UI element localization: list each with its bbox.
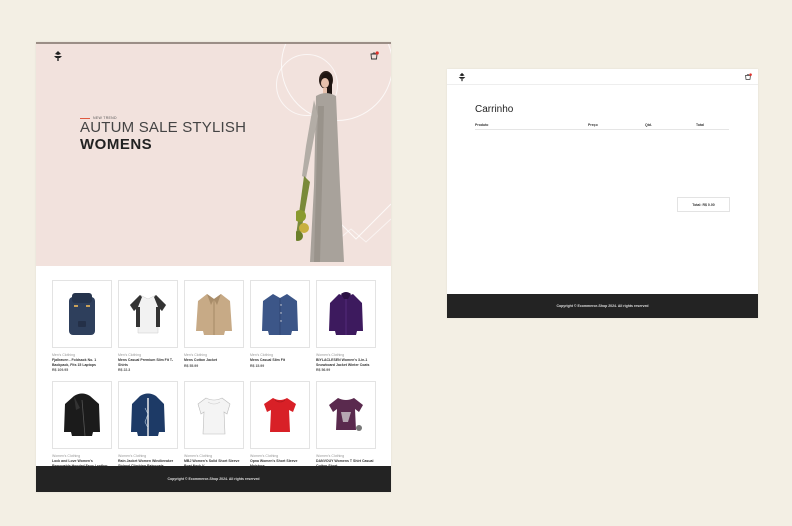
hero-banner: NEW TREND AUTUM SALE STYLISH WOMENS xyxy=(36,44,391,266)
product-category: Women's Clothing xyxy=(250,454,279,458)
product-category: Women's Clothing xyxy=(118,454,147,458)
product-category: Men's Clothing xyxy=(52,353,76,357)
cart-total: Total: R$ 0.00 xyxy=(692,202,715,207)
cart-header xyxy=(447,69,758,85)
product-card[interactable]: Women's Clothing BIYLACLESEN Women's 3-i… xyxy=(316,280,376,372)
blouse-icon xyxy=(197,397,231,435)
product-image[interactable] xyxy=(52,280,112,348)
shop-logo-icon[interactable] xyxy=(52,50,64,62)
column-header-qty: Qtd. xyxy=(645,123,652,127)
column-header-total: Total xyxy=(696,123,705,127)
product-grid: Men's Clothing Fjallraven - Foldsack No.… xyxy=(36,266,391,478)
cart-title: Carrinho xyxy=(475,104,514,115)
backpack-icon xyxy=(69,293,95,335)
cart-icon[interactable] xyxy=(744,73,752,81)
tshirt-icon xyxy=(129,294,167,334)
raincoat-icon xyxy=(131,393,165,436)
product-image[interactable] xyxy=(316,280,376,348)
product-category: Men's Clothing xyxy=(184,353,208,357)
shop-footer: Copyright © Ecommerce-Shop 2024. All rig… xyxy=(36,466,391,492)
footer-copyright: Copyright © Ecommerce-Shop 2024. All rig… xyxy=(167,477,260,481)
product-image[interactable] xyxy=(184,381,244,449)
cart-footer: Copyright © Ecommerce-Shop 2024. All rig… xyxy=(447,294,758,318)
product-image[interactable] xyxy=(250,280,310,348)
product-card[interactable]: Women's Clothing Opna Women's Short Slee… xyxy=(250,381,310,473)
product-image[interactable] xyxy=(184,280,244,348)
product-image[interactable] xyxy=(250,381,310,449)
product-image[interactable] xyxy=(118,381,178,449)
product-price: R$ 109.95 xyxy=(52,368,69,372)
product-card[interactable]: Women's Clothing Lock and Love Women's R… xyxy=(52,381,112,478)
shirt-icon xyxy=(262,294,298,335)
product-category: Women's Clothing xyxy=(316,353,345,357)
product-card[interactable]: Women's Clothing Rain Jacket Women Windb… xyxy=(118,381,178,473)
product-price: R$ 56.99 xyxy=(316,368,331,372)
product-card[interactable]: Men's Clothing Fjallraven - Foldsack No.… xyxy=(52,280,112,372)
product-category: Women's Clothing xyxy=(184,454,213,458)
column-header-product: Produto xyxy=(475,123,489,127)
product-category: Men's Clothing xyxy=(250,353,274,357)
hero-subtitle: WOMENS xyxy=(80,136,153,153)
leather-jacket-icon xyxy=(64,393,100,437)
product-price: R$ 55.99 xyxy=(184,363,199,368)
product-card[interactable]: Women's Clothing DANVOUY Womens T Shirt … xyxy=(316,381,376,473)
product-card[interactable]: Men's Clothing Mens Casual Slim Fit R$ 1… xyxy=(250,280,310,368)
product-price: R$ 15.99 xyxy=(250,363,265,368)
product-card[interactable]: Women's Clothing MBJ Women's Solid Short… xyxy=(184,381,244,473)
column-header-price: Preço xyxy=(588,123,598,127)
product-title[interactable]: Fjallraven - Foldsack No. 1 Backpack, Fi… xyxy=(52,358,112,367)
product-price: R$ 22.3 xyxy=(118,368,131,372)
cart-page-mockup: Carrinho Produto Preço Qtd. Total Total:… xyxy=(447,69,758,318)
product-category: Women's Clothing xyxy=(316,454,345,458)
product-card[interactable]: Men's Clothing Mens Casual Premium Slim … xyxy=(118,280,178,372)
product-title[interactable]: Mens Casual Premium Slim Fit T-Shirts xyxy=(118,358,178,367)
jacket-icon xyxy=(329,292,363,335)
cart-total-box: Total: R$ 0.00 xyxy=(677,197,730,212)
product-title[interactable]: Mens Cotton Jacket xyxy=(184,358,244,363)
tshirt-icon xyxy=(329,398,363,431)
product-category: Men's Clothing xyxy=(118,353,142,357)
product-title[interactable]: BIYLACLESEN Women's 3-in-1 Snowboard Jac… xyxy=(316,358,376,367)
shop-logo-icon[interactable] xyxy=(457,72,467,82)
cart-icon[interactable] xyxy=(369,51,379,61)
product-image[interactable] xyxy=(316,381,376,449)
shop-page-mockup: NEW TREND AUTUM SALE STYLISH WOMENS Men'… xyxy=(36,42,391,492)
product-card[interactable]: Men's Clothing Mens Cotton Jacket R$ 55.… xyxy=(184,280,244,368)
tshirt-icon xyxy=(264,398,296,432)
jacket-icon xyxy=(196,294,232,335)
product-image[interactable] xyxy=(118,280,178,348)
cart-table-header: Produto Preço Qtd. Total xyxy=(475,123,729,130)
hero-title: AUTUM SALE STYLISH xyxy=(80,119,247,136)
product-title[interactable]: Mens Casual Slim Fit xyxy=(250,358,310,363)
hero-model-image xyxy=(296,71,344,262)
product-image[interactable] xyxy=(52,381,112,449)
product-category: Women's Clothing xyxy=(52,454,81,458)
footer-copyright: Copyright © Ecommerce-Shop 2024. All rig… xyxy=(556,304,649,308)
